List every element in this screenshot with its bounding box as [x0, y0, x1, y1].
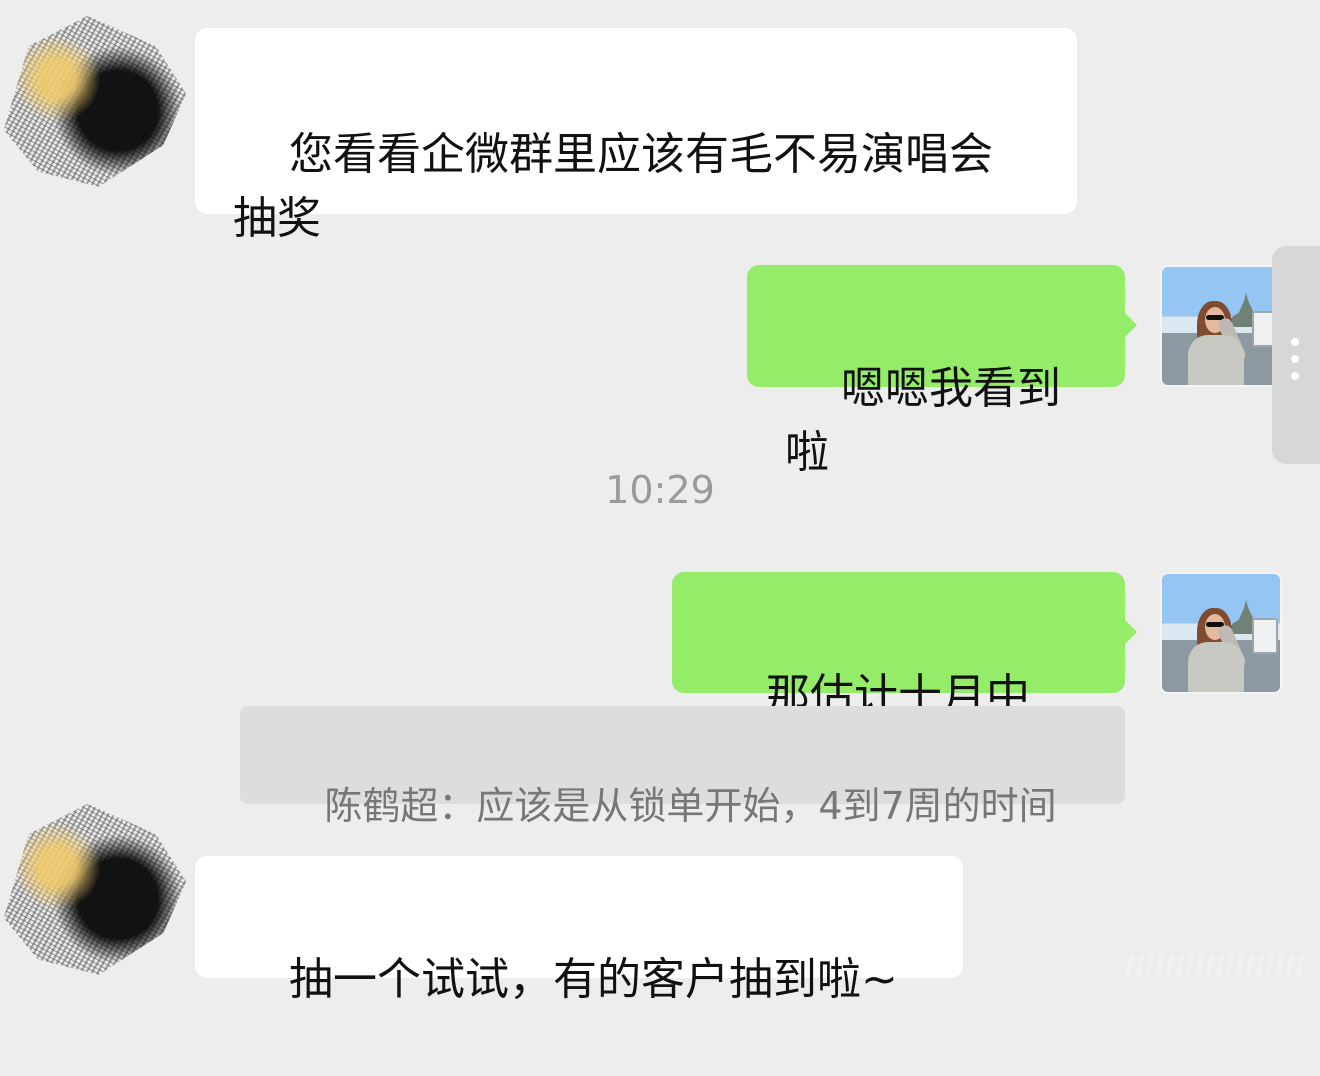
watermark	[1125, 955, 1311, 975]
outgoing-message-1-text: 嗯嗯我看到啦	[785, 363, 1061, 478]
bus-image-part	[1252, 618, 1278, 654]
incoming-message-2[interactable]: 抽一个试试，有的客户抽到啦~	[195, 856, 963, 1005]
menu-dot-icon	[1291, 338, 1299, 346]
right-avatar-1[interactable]	[1160, 265, 1282, 387]
quoted-message[interactable]: 陈鹤超：应该是从锁单开始，4到7周的时间	[240, 706, 1125, 828]
incoming-message-1-text: 您看看企微群里应该有毛不易演唱会 抽奖	[233, 129, 993, 244]
body-image-part	[1188, 642, 1244, 692]
right-avatar-2[interactable]	[1160, 572, 1282, 694]
incoming-message-2-text: 抽一个试试，有的客户抽到啦~	[288, 954, 898, 1005]
side-menu-tab[interactable]	[1272, 246, 1320, 464]
menu-dot-icon	[1291, 372, 1299, 380]
outgoing-message-2[interactable]: 那估计十月中旬?	[672, 572, 1137, 785]
left-avatar-1[interactable]	[3, 15, 187, 187]
chat-window: 您看看企微群里应该有毛不易演唱会 抽奖 嗯嗯我看到啦 10:29 那估计十月中旬…	[0, 0, 1320, 1005]
body-image-part	[1188, 335, 1244, 385]
incoming-message-1[interactable]: 您看看企微群里应该有毛不易演唱会 抽奖	[195, 28, 1077, 244]
menu-dot-icon	[1291, 355, 1299, 363]
left-avatar-2[interactable]	[3, 803, 187, 975]
outgoing-message-1[interactable]: 嗯嗯我看到啦	[747, 265, 1137, 478]
message-timestamp: 10:29	[605, 468, 715, 512]
quoted-message-text: 陈鹤超：应该是从锁单开始，4到7周的时间	[324, 784, 1057, 828]
